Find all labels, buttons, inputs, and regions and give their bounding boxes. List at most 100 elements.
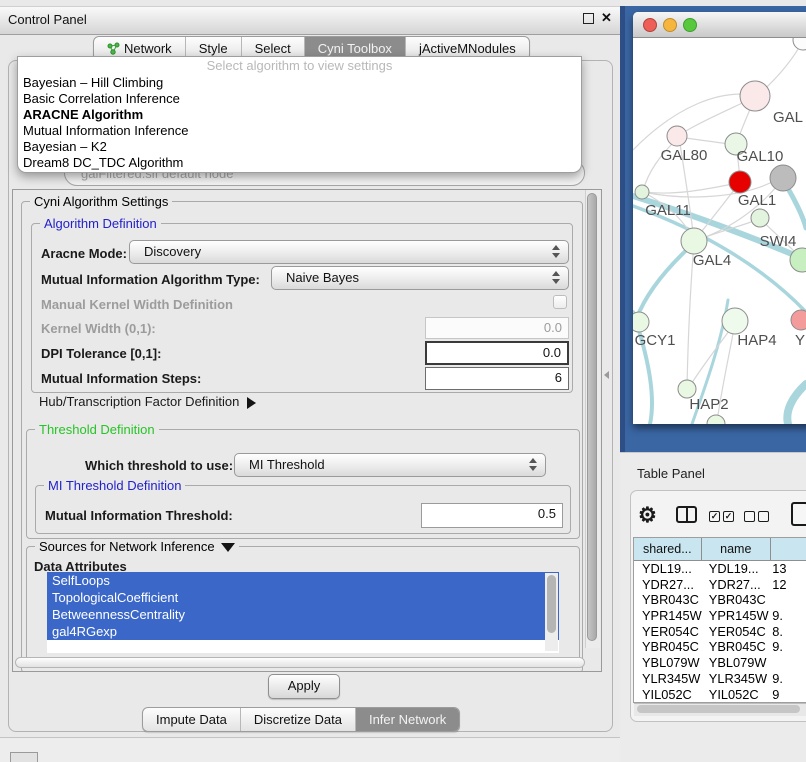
network-node[interactable] [635,185,649,199]
mi-algorithm-type-combo[interactable]: Naive Bayes [271,266,569,290]
table-cell[interactable]: 9. [771,608,806,624]
table-cell[interactable]: 9. [771,671,806,687]
algorithm-option[interactable]: Bayesian – Hill Climbing [18,75,581,91]
table-cell[interactable]: 13 [771,561,806,577]
dpi-tolerance-field[interactable]: 0.0 [425,341,569,365]
data-attributes-list[interactable]: SelfLoopsTopologicalCoefficientBetweenne… [47,572,559,653]
table-hscrollbar-thumb[interactable] [637,705,800,713]
attribute-list-item[interactable]: TopologicalCoefficient [47,589,559,606]
table-cell[interactable]: YBL079W [634,655,702,671]
table-row[interactable]: YDL19...YDL19...13 [634,561,806,577]
table-cell[interactable]: YLR345W [702,671,771,687]
attribute-list-item[interactable]: BetweennessCentrality [47,606,559,623]
table-row[interactable]: YBR043CYBR043C [634,592,806,608]
panel-grip-icon[interactable] [10,752,38,762]
split-panel-icon[interactable] [676,506,697,523]
network-node[interactable] [633,312,649,332]
zoom-traffic-light[interactable] [683,18,697,32]
close-icon[interactable]: ✕ [601,10,612,26]
mi-threshold-field[interactable]: 0.5 [421,503,563,528]
table-row[interactable]: YER054CYER054C8. [634,624,806,640]
network-window-titlebar[interactable] [633,12,806,38]
table-cell[interactable]: YER054C [634,624,702,640]
apply-button[interactable]: Apply [268,674,340,699]
mi-steps-field[interactable]: 6 [425,367,569,390]
column-header-extra[interactable] [771,538,806,560]
algorithm-option[interactable]: Bayesian – K2 [18,139,581,155]
manual-kernel-width-checkbox[interactable] [553,295,567,309]
table-cell[interactable]: YPR145W [634,608,702,624]
algorithm-option[interactable]: Basic Correlation Inference [18,91,581,107]
node-table[interactable]: shared... name YDL19...YDL19...13YDR27..… [633,537,806,703]
which-threshold-combo[interactable]: MI Threshold [234,453,546,477]
table-cell[interactable]: YBL079W [702,655,771,671]
network-node[interactable] [751,209,769,227]
table-cell[interactable]: YDR27... [634,577,702,593]
network-edge[interactable] [643,183,738,193]
table-cell[interactable]: YDR27... [702,577,771,593]
tab-impute-data[interactable]: Impute Data [143,708,240,731]
close-traffic-light[interactable] [643,18,657,32]
table-cell[interactable]: YBR045C [634,639,702,655]
attribute-list-item[interactable]: gal4RGexp [47,623,559,640]
table-cell[interactable]: YDL19... [634,561,702,577]
table-row[interactable]: YLR345WYLR345W9. [634,671,806,687]
table-cell[interactable]: YBR043C [634,592,702,608]
float-window-icon[interactable] [583,13,594,24]
table-row[interactable]: YBR045CYBR045C9. [634,639,806,655]
table-cell[interactable]: YIL052C [702,687,771,703]
algorithm-option[interactable]: ARACNE Algorithm [18,107,581,123]
settings-gear-icon[interactable]: ⚙ [638,503,657,528]
table-row[interactable]: YPR145WYPR145W9. [634,608,806,624]
tab-infer-network[interactable]: Infer Network [355,708,459,731]
algorithm-option[interactable]: Mutual Information Inference [18,123,581,139]
table-row[interactable]: YBL079WYBL079W [634,655,806,671]
table-cell[interactable] [771,655,806,671]
minimize-traffic-light[interactable] [663,18,677,32]
network-node-label: GAL11 [645,202,691,219]
table-cell[interactable]: YER054C [702,624,771,640]
column-header-shared[interactable]: shared... [634,538,702,560]
deselect-checkboxes-icon[interactable] [744,511,769,522]
hub-definition-toggle[interactable]: Hub/Transcription Factor Definition [39,394,256,409]
network-node[interactable] [740,81,770,111]
table-cell[interactable]: YIL052C [634,687,702,703]
tab-discretize-data[interactable]: Discretize Data [240,708,355,731]
column-header-name[interactable]: name [702,538,771,560]
table-cell[interactable]: 8. [771,624,806,640]
splitter-collapse-icon[interactable] [604,371,609,379]
network-node-label: GAL10 [737,148,784,165]
attributes-scrollbar-thumb[interactable] [547,575,556,633]
network-node[interactable] [707,415,725,424]
table-cell[interactable]: YPR145W [702,608,771,624]
network-node[interactable] [793,38,806,50]
horizontal-scrollbar[interactable] [15,657,585,668]
algorithm-option[interactable]: Dream8 DC_TDC Algorithm [18,155,581,171]
attribute-list-item[interactable]: SelfLoops [47,572,559,589]
table-cell[interactable]: YBR045C [702,639,771,655]
table-row[interactable]: YIL052CYIL052C9 [634,687,806,703]
network-node[interactable] [681,228,707,254]
network-node[interactable] [729,171,751,193]
table-row[interactable]: YDR27...YDR27...12 [634,577,806,593]
network-node[interactable] [770,165,796,191]
table-cell[interactable]: YDL19... [702,561,771,577]
table-cell[interactable]: YBR043C [702,592,771,608]
table-cell[interactable]: 9 [771,687,806,703]
network-node[interactable] [667,126,687,146]
select-all-checkboxes-icon[interactable]: ✓✓ [709,511,734,522]
network-edge[interactable] [787,384,806,424]
network-canvas[interactable]: GALGAL80GAL10GAL1GAL11SWI4GAL4GCY1HAP4YH… [633,38,806,424]
document-icon[interactable] [791,502,806,526]
kernel-width-field[interactable]: 0.0 [425,317,569,339]
table-cell[interactable]: YLR345W [634,671,702,687]
network-node[interactable] [791,310,806,330]
table-cell[interactable]: 12 [771,577,806,593]
network-node[interactable] [722,308,748,334]
sources-group-title[interactable]: Sources for Network Inference [35,539,239,554]
aracne-mode-combo[interactable]: Discovery [129,240,569,264]
network-edge[interactable] [636,243,694,320]
settings-scrollbar-thumb[interactable] [587,193,597,641]
table-cell[interactable] [771,592,806,608]
table-cell[interactable]: 9. [771,639,806,655]
